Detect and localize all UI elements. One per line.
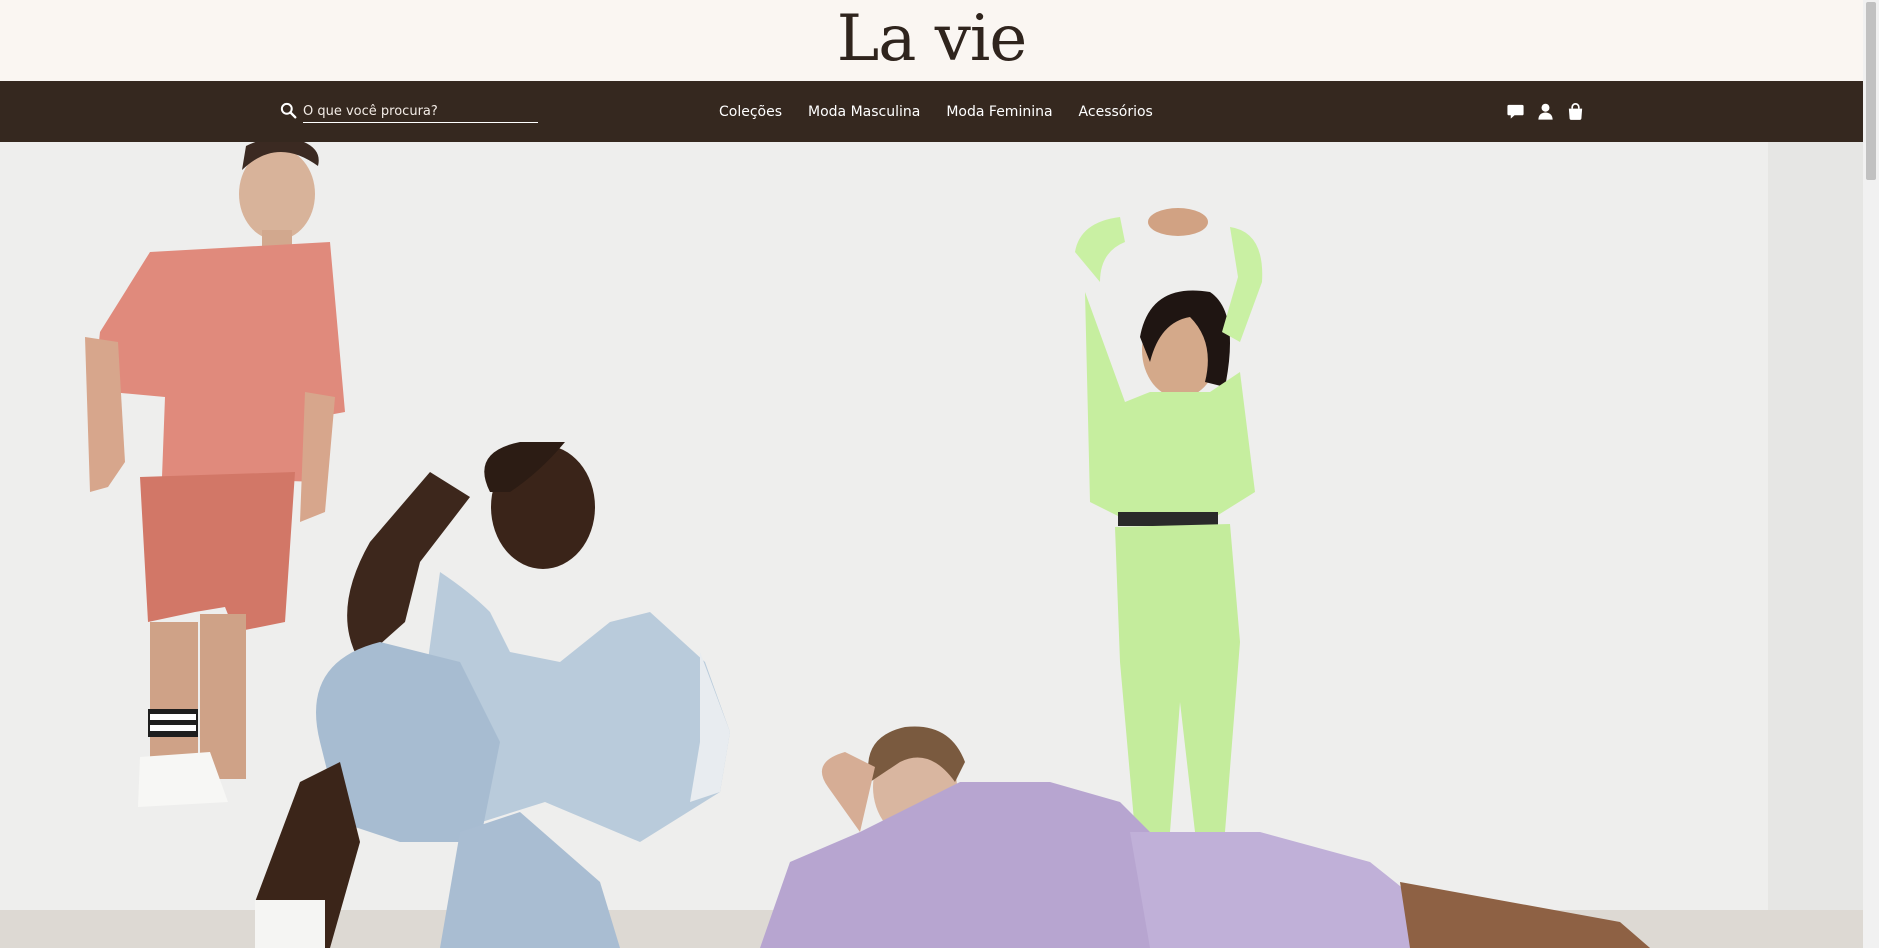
nav-actions [1506,101,1585,121]
hero-image [0,142,1863,948]
user-icon[interactable] [1536,102,1555,121]
nav-link-moda-masculina[interactable]: Moda Masculina [808,104,920,120]
search-icon[interactable] [280,102,297,119]
brand-header: La vie [0,0,1863,81]
hero-banner [0,142,1863,948]
page-scrollbar[interactable] [1863,0,1879,948]
brand-logo[interactable]: La vie [0,4,1863,74]
chat-icon[interactable] [1506,102,1525,121]
search-box [280,101,538,123]
main-navbar: Coleções Moda Masculina Moda Feminina Ac… [0,81,1863,142]
scrollbar-thumb[interactable] [1866,2,1876,180]
nav-link-moda-feminina[interactable]: Moda Feminina [946,104,1052,120]
search-input[interactable] [303,103,538,123]
nav-link-acessorios[interactable]: Acessórios [1079,104,1153,120]
shopping-bag-icon[interactable] [1566,102,1585,121]
nav-link-colecoes[interactable]: Coleções [719,104,782,120]
nav-links: Coleções Moda Masculina Moda Feminina Ac… [719,81,1153,142]
